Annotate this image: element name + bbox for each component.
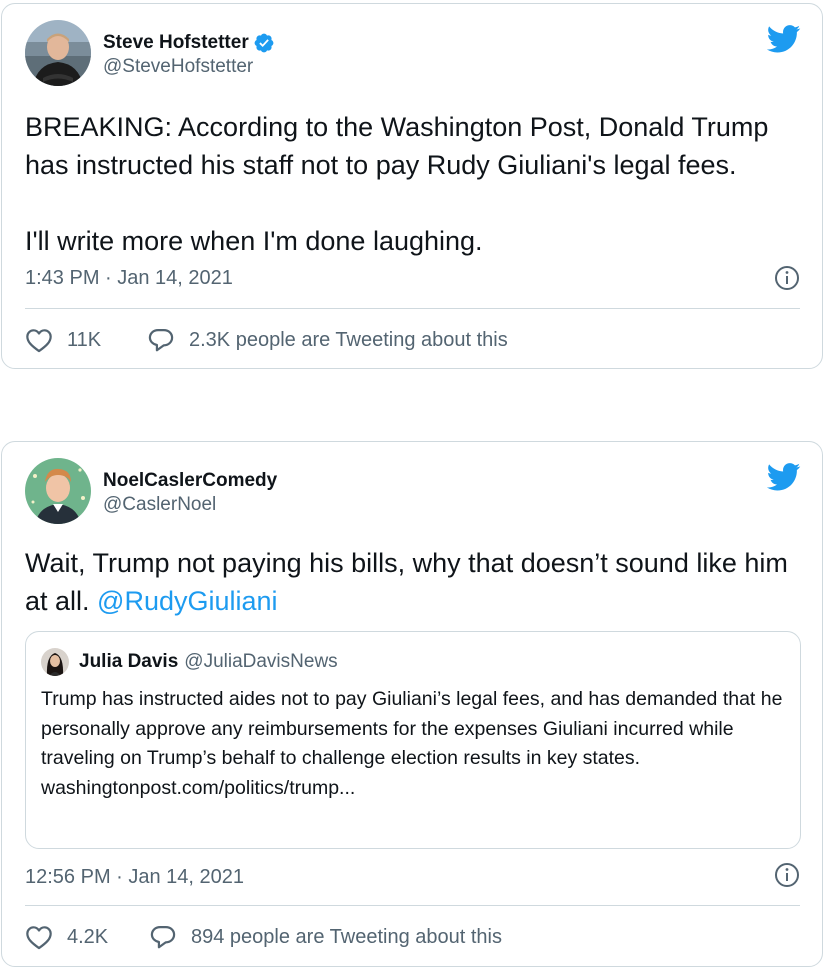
author-handle[interactable]: @SteveHofstetter	[103, 55, 275, 79]
conversation-count: 894 people are Tweeting about this	[191, 926, 502, 948]
author-handle[interactable]: @CaslerNoel	[103, 493, 277, 517]
verified-badge-icon	[254, 33, 274, 53]
divider	[25, 905, 800, 906]
tweet-text: BREAKING: According to the Washington Po…	[25, 112, 769, 256]
quoted-text-body: Trump has instructed aides not to pay Gi…	[41, 688, 783, 769]
tweet-card[interactable]: NoelCaslerComedy @CaslerNoel Wait, Trump…	[1, 441, 823, 967]
author-name[interactable]: NoelCaslerComedy	[103, 469, 277, 493]
quoted-author: Julia Davis @JuliaDavisNews	[79, 650, 338, 674]
speech-bubble-icon	[148, 328, 174, 352]
conversation-count: 2.3K people are Tweeting about this	[189, 329, 508, 351]
like-button[interactable]: 11K	[25, 327, 101, 353]
like-count: 11K	[67, 329, 102, 351]
avatar[interactable]	[25, 458, 91, 524]
author-name-label: Steve Hofstetter	[103, 32, 249, 53]
info-icon[interactable]	[774, 862, 800, 888]
avatar[interactable]	[25, 20, 91, 86]
like-count: 4.2K	[67, 926, 109, 948]
speech-bubble-icon	[150, 925, 176, 949]
mention-link[interactable]: @RudyGiuliani	[97, 586, 277, 616]
quoted-author-handle: @JuliaDavisNews	[184, 651, 338, 672]
heart-icon	[26, 926, 52, 950]
twitter-bird-icon[interactable]	[767, 25, 801, 53]
tweet-text: Wait, Trump not paying his bills, why th…	[25, 544, 802, 620]
divider	[25, 308, 800, 309]
tweet-timestamp[interactable]: 12:56 PM · Jan 14, 2021	[25, 864, 244, 890]
tweet-card[interactable]: Steve Hofstetter @SteveHofstetter BREAKI…	[1, 3, 823, 369]
conversation-link[interactable]: 894 people are Tweeting about this	[149, 924, 502, 950]
like-button[interactable]: 4.2K	[25, 924, 108, 950]
heart-icon	[26, 329, 52, 353]
twitter-bird-icon[interactable]	[767, 463, 801, 491]
conversation-link[interactable]: 2.3K people are Tweeting about this	[147, 327, 508, 353]
quoted-link[interactable]: washingtonpost.com/politics/trump...	[41, 774, 785, 804]
quoted-tweet[interactable]: Julia Davis @JuliaDavisNews Trump has ins…	[25, 631, 801, 849]
author-name[interactable]: Steve Hofstetter	[103, 31, 275, 55]
quoted-text: Trump has instructed aides not to pay Gi…	[41, 685, 785, 803]
tweet-timestamp[interactable]: 1:43 PM · Jan 14, 2021	[25, 265, 233, 291]
quoted-author-name: Julia Davis	[79, 651, 179, 672]
info-icon[interactable]	[774, 265, 800, 291]
quoted-avatar	[41, 648, 69, 676]
